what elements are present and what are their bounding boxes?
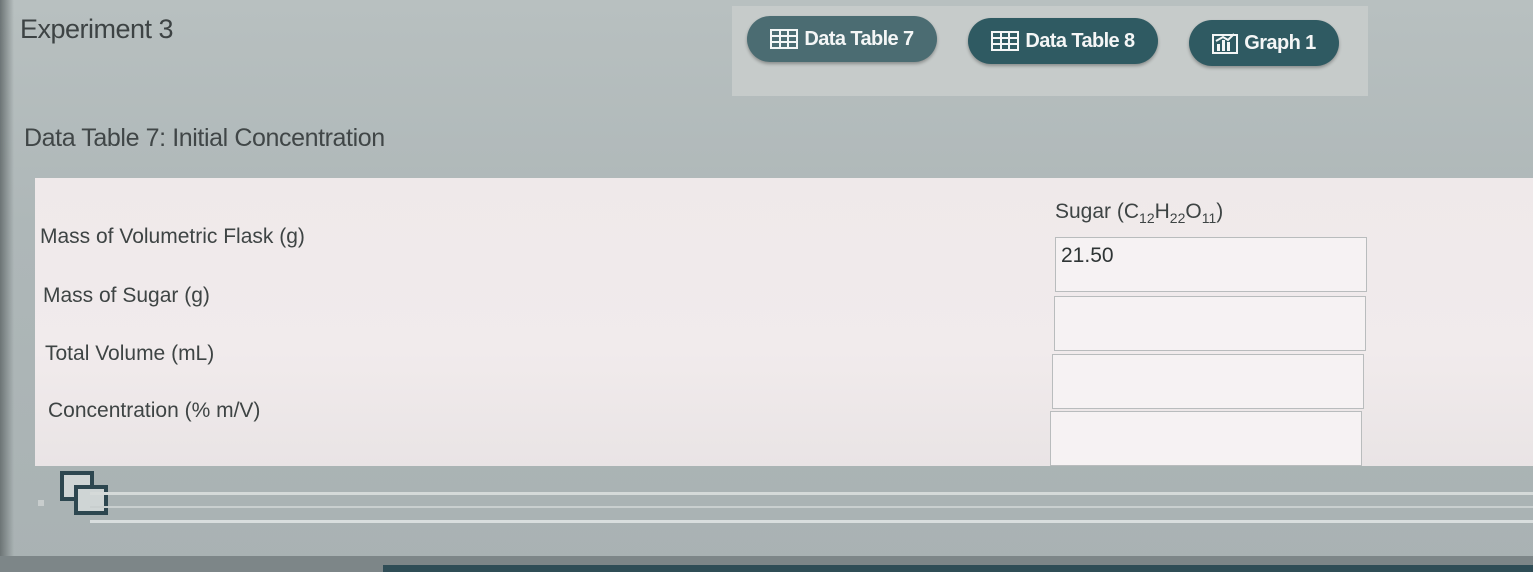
bottom-bar [0,556,1533,572]
row-label-sugar-mass: Mass of Sugar (g) [43,284,210,307]
column-header-sugar: Sugar (C12H22O11) [1055,200,1224,226]
row-label-total-volume: Total Volume (mL) [45,342,215,365]
bottom-bar-segment [383,565,1533,572]
divider-lines [90,486,1533,526]
table-icon [991,31,1020,51]
tab-data-table-8[interactable]: Data Table 8 [968,18,1158,64]
flask-mass-input[interactable] [1055,237,1367,292]
experiment-title: Experiment 3 [20,14,174,44]
tab-graph-1[interactable]: Graph 1 [1189,20,1339,66]
screen-edge-shadow [0,0,14,572]
tab-label: Graph 1 [1244,31,1316,54]
row-label-concentration: Concentration (% m/V) [48,399,261,422]
row-label-flask-mass: Mass of Volumetric Flask (g) [40,225,305,248]
concentration-input[interactable] [1050,411,1362,466]
total-volume-input[interactable] [1052,354,1364,409]
section-title: Data Table 7: Initial Concentration [24,124,385,152]
sugar-mass-input[interactable] [1054,296,1366,351]
tab-data-table-7[interactable]: Data Table 7 [747,16,937,62]
decorative-dot [38,500,44,506]
graph-icon [1212,32,1239,54]
tab-label: Data Table 7 [804,27,914,50]
table-icon [770,29,799,49]
tab-label: Data Table 8 [1025,29,1135,52]
